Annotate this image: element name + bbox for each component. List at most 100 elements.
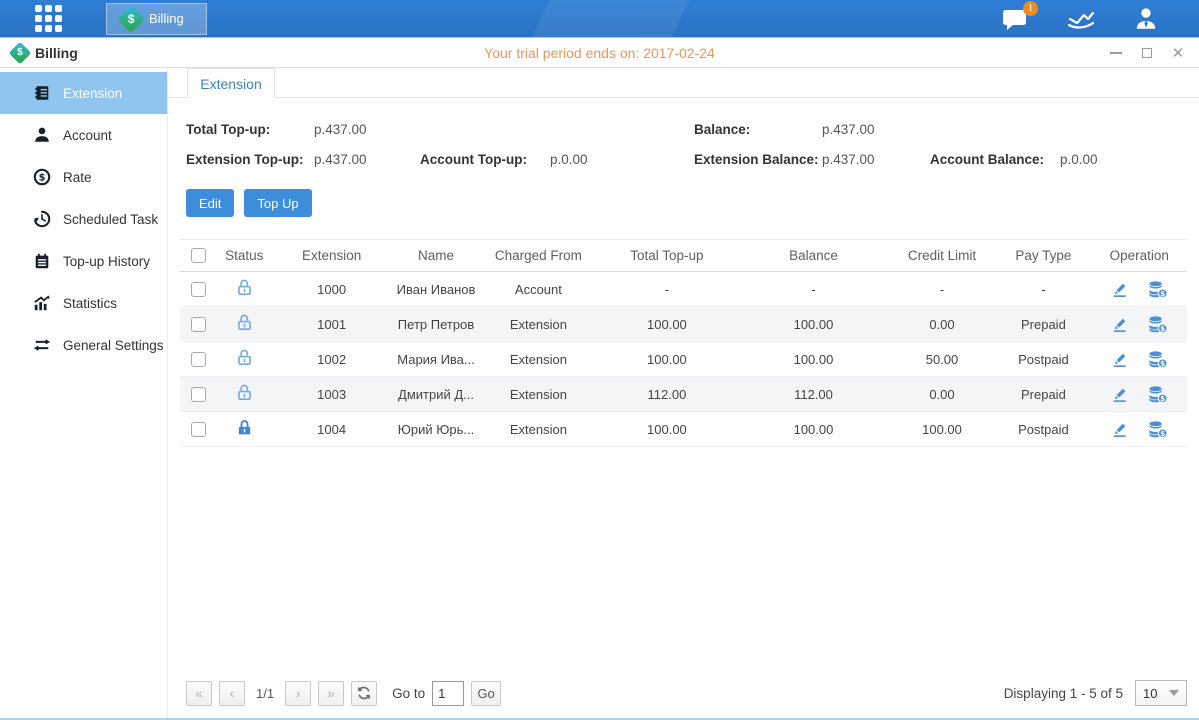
edit-row-icon[interactable] bbox=[1110, 315, 1129, 334]
cell-credit-limit: - bbox=[889, 272, 995, 307]
maximize-button[interactable] bbox=[1140, 46, 1154, 60]
edit-row-icon[interactable] bbox=[1110, 280, 1129, 299]
first-page-button[interactable]: « bbox=[186, 681, 212, 706]
cell-balance: 100.00 bbox=[738, 307, 889, 342]
sidebar-item-topup-history[interactable]: Top-up History bbox=[0, 240, 167, 282]
billing-diamond-icon: $ bbox=[117, 4, 145, 32]
page-indicator: 1/1 bbox=[252, 686, 278, 701]
summary-label: Extension Top-up: bbox=[186, 152, 314, 167]
cell-total-top-up: 100.00 bbox=[596, 412, 739, 447]
sidebar-item-scheduled-task[interactable]: Scheduled Task bbox=[0, 198, 167, 240]
svg-text:$: $ bbox=[1161, 289, 1166, 298]
billing-app-tab[interactable]: $ Billing bbox=[106, 3, 207, 35]
account-icon bbox=[33, 126, 51, 144]
svg-text:$: $ bbox=[1161, 359, 1166, 368]
column-header-charged-from: Charged From bbox=[481, 240, 595, 272]
top-navigation-bar: $ Billing ! bbox=[0, 0, 1199, 38]
sidebar: Extension Account $ Rate bbox=[0, 68, 168, 718]
extension-table-container: Status Extension Name Charged From Total… bbox=[168, 217, 1199, 447]
summary-value: p.437.00 bbox=[314, 122, 420, 137]
cell-name: Петр Петров bbox=[391, 307, 481, 342]
row-checkbox[interactable] bbox=[191, 422, 206, 437]
balance-summary: Total Top-up: p.437.00 Balance: p.437.00… bbox=[168, 98, 1199, 167]
close-button[interactable]: ✕ bbox=[1171, 46, 1185, 60]
table-row: 1000 Иван Иванов Account - - - - $ bbox=[180, 272, 1187, 307]
status-unlocked-icon[interactable] bbox=[235, 348, 254, 367]
edit-row-icon[interactable] bbox=[1110, 350, 1129, 369]
notification-badge: ! bbox=[1023, 1, 1038, 16]
top-up-button[interactable]: Top Up bbox=[244, 189, 311, 217]
user-account-icon[interactable] bbox=[1133, 6, 1159, 32]
displaying-range-text: Displaying 1 - 5 of 5 bbox=[1004, 686, 1123, 701]
status-unlocked-icon[interactable] bbox=[235, 278, 254, 297]
cell-charged-from: Extension bbox=[481, 377, 595, 412]
cell-credit-limit: 100.00 bbox=[889, 412, 995, 447]
sidebar-item-account[interactable]: Account bbox=[0, 114, 167, 156]
billing-tab-label: Billing bbox=[149, 11, 184, 26]
column-header-operation: Operation bbox=[1092, 240, 1187, 272]
row-checkbox[interactable] bbox=[191, 352, 206, 367]
scheduled-task-icon bbox=[33, 210, 51, 228]
goto-label: Go to bbox=[392, 686, 425, 701]
next-page-button[interactable]: › bbox=[285, 681, 311, 706]
cell-pay-type: Prepaid bbox=[995, 377, 1091, 412]
top-up-row-icon[interactable]: $ bbox=[1147, 350, 1168, 369]
general-settings-icon bbox=[33, 336, 51, 354]
cell-credit-limit: 50.00 bbox=[889, 342, 995, 377]
top-up-row-icon[interactable]: $ bbox=[1147, 280, 1168, 299]
app-launcher-icon[interactable] bbox=[35, 5, 63, 33]
statistics-icon bbox=[33, 294, 51, 312]
edit-row-icon[interactable] bbox=[1110, 385, 1129, 404]
column-header-credit-limit: Credit Limit bbox=[889, 240, 995, 272]
row-checkbox[interactable] bbox=[191, 317, 206, 332]
topup-history-icon bbox=[33, 252, 51, 270]
status-unlocked-icon[interactable] bbox=[235, 313, 254, 332]
tab-strip: Extension bbox=[168, 68, 1199, 98]
edit-button[interactable]: Edit bbox=[186, 189, 234, 217]
top-up-row-icon[interactable]: $ bbox=[1147, 420, 1168, 439]
sidebar-item-extension[interactable]: Extension bbox=[0, 72, 167, 114]
refresh-button[interactable] bbox=[351, 681, 377, 706]
resource-monitor-icon[interactable] bbox=[1067, 7, 1095, 31]
cell-credit-limit: 0.00 bbox=[889, 377, 995, 412]
row-checkbox[interactable] bbox=[191, 282, 206, 297]
sidebar-item-statistics[interactable]: Statistics bbox=[0, 282, 167, 324]
sidebar-item-label: Scheduled Task bbox=[63, 212, 158, 227]
table-row: 1001 Петр Петров Extension 100.00 100.00… bbox=[180, 307, 1187, 342]
cell-extension: 1001 bbox=[272, 307, 390, 342]
svg-text:$: $ bbox=[1161, 429, 1166, 438]
select-all-checkbox[interactable] bbox=[191, 248, 206, 263]
status-unlocked-icon[interactable] bbox=[235, 383, 254, 402]
top-up-row-icon[interactable]: $ bbox=[1147, 315, 1168, 334]
last-page-button[interactable]: » bbox=[318, 681, 344, 706]
cell-total-top-up: - bbox=[596, 272, 739, 307]
cell-extension: 1000 bbox=[272, 272, 390, 307]
sidebar-item-label: Rate bbox=[63, 170, 92, 185]
edit-row-icon[interactable] bbox=[1110, 420, 1129, 439]
summary-value: p.0.00 bbox=[550, 152, 694, 167]
cell-total-top-up: 100.00 bbox=[596, 307, 739, 342]
cell-charged-from: Account bbox=[481, 272, 595, 307]
summary-label: Total Top-up: bbox=[186, 122, 314, 137]
sidebar-item-general-settings[interactable]: General Settings bbox=[0, 324, 167, 366]
sidebar-item-rate[interactable]: $ Rate bbox=[0, 156, 167, 198]
goto-page-input[interactable] bbox=[432, 681, 464, 706]
summary-value: p.437.00 bbox=[822, 122, 930, 137]
row-checkbox[interactable] bbox=[191, 387, 206, 402]
notifications-chat-icon[interactable]: ! bbox=[1002, 7, 1029, 31]
cell-extension: 1002 bbox=[272, 342, 390, 377]
summary-label: Account Balance: bbox=[930, 152, 1060, 167]
previous-page-button[interactable]: ‹ bbox=[219, 681, 245, 706]
cell-name: Дмитрий Д... bbox=[391, 377, 481, 412]
go-button[interactable]: Go bbox=[471, 681, 501, 706]
tab-extension[interactable]: Extension bbox=[187, 68, 275, 98]
cell-pay-type: Prepaid bbox=[995, 307, 1091, 342]
table-row: 1002 Мария Ива... Extension 100.00 100.0… bbox=[180, 342, 1187, 377]
top-up-row-icon[interactable]: $ bbox=[1147, 385, 1168, 404]
column-header-status: Status bbox=[216, 240, 272, 272]
page-size-select[interactable]: 10 bbox=[1135, 680, 1187, 706]
status-locked-icon[interactable] bbox=[235, 418, 254, 437]
sidebar-item-label: General Settings bbox=[63, 338, 164, 353]
cell-name: Мария Ива... bbox=[391, 342, 481, 377]
minimize-button[interactable] bbox=[1109, 46, 1123, 60]
